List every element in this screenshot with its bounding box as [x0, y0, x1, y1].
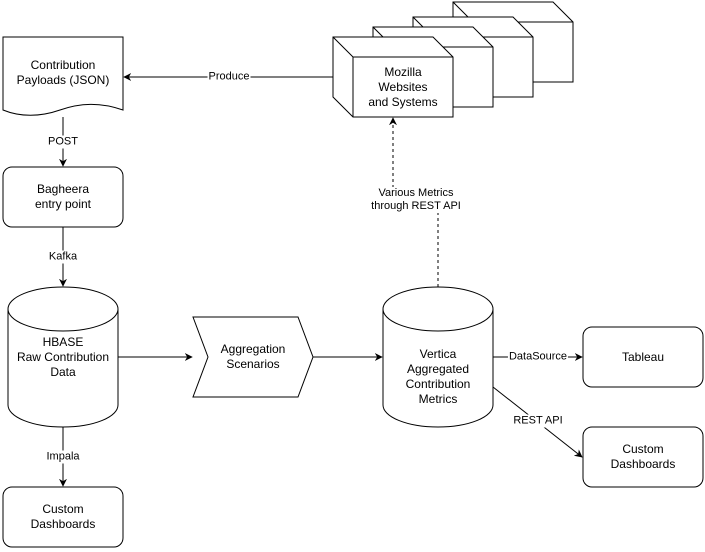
vertica-label: Vertica Aggregated Contribution Metrics: [405, 347, 471, 406]
custom-dashboards-right-label: Custom Dashboards: [610, 442, 676, 471]
payloads-label: Contribution Payloads (JSON): [16, 58, 110, 87]
edge-label-impala: Impala: [45, 450, 81, 464]
edge-label-kafka: Kafka: [47, 250, 79, 264]
tableau-label: Tableau: [621, 349, 665, 364]
edge-label-rest-api: REST API: [512, 414, 564, 428]
hbase-label: HBASE Raw Contribution Data: [16, 334, 110, 379]
bagheera-label: Bagheera entry point: [34, 182, 92, 211]
edge-label-various-metrics: Various Metrics through REST API: [370, 187, 462, 213]
edge-label-datasource: DataSource: [507, 350, 569, 364]
aggregation-label: Aggregation Scenarios: [220, 342, 286, 371]
edge-label-post: POST: [47, 135, 79, 149]
edge-label-produce: Produce: [207, 70, 251, 84]
mozilla-label: Mozilla Websites and Systems: [368, 64, 438, 109]
custom-dashboards-left-label: Custom Dashboards: [30, 502, 96, 531]
